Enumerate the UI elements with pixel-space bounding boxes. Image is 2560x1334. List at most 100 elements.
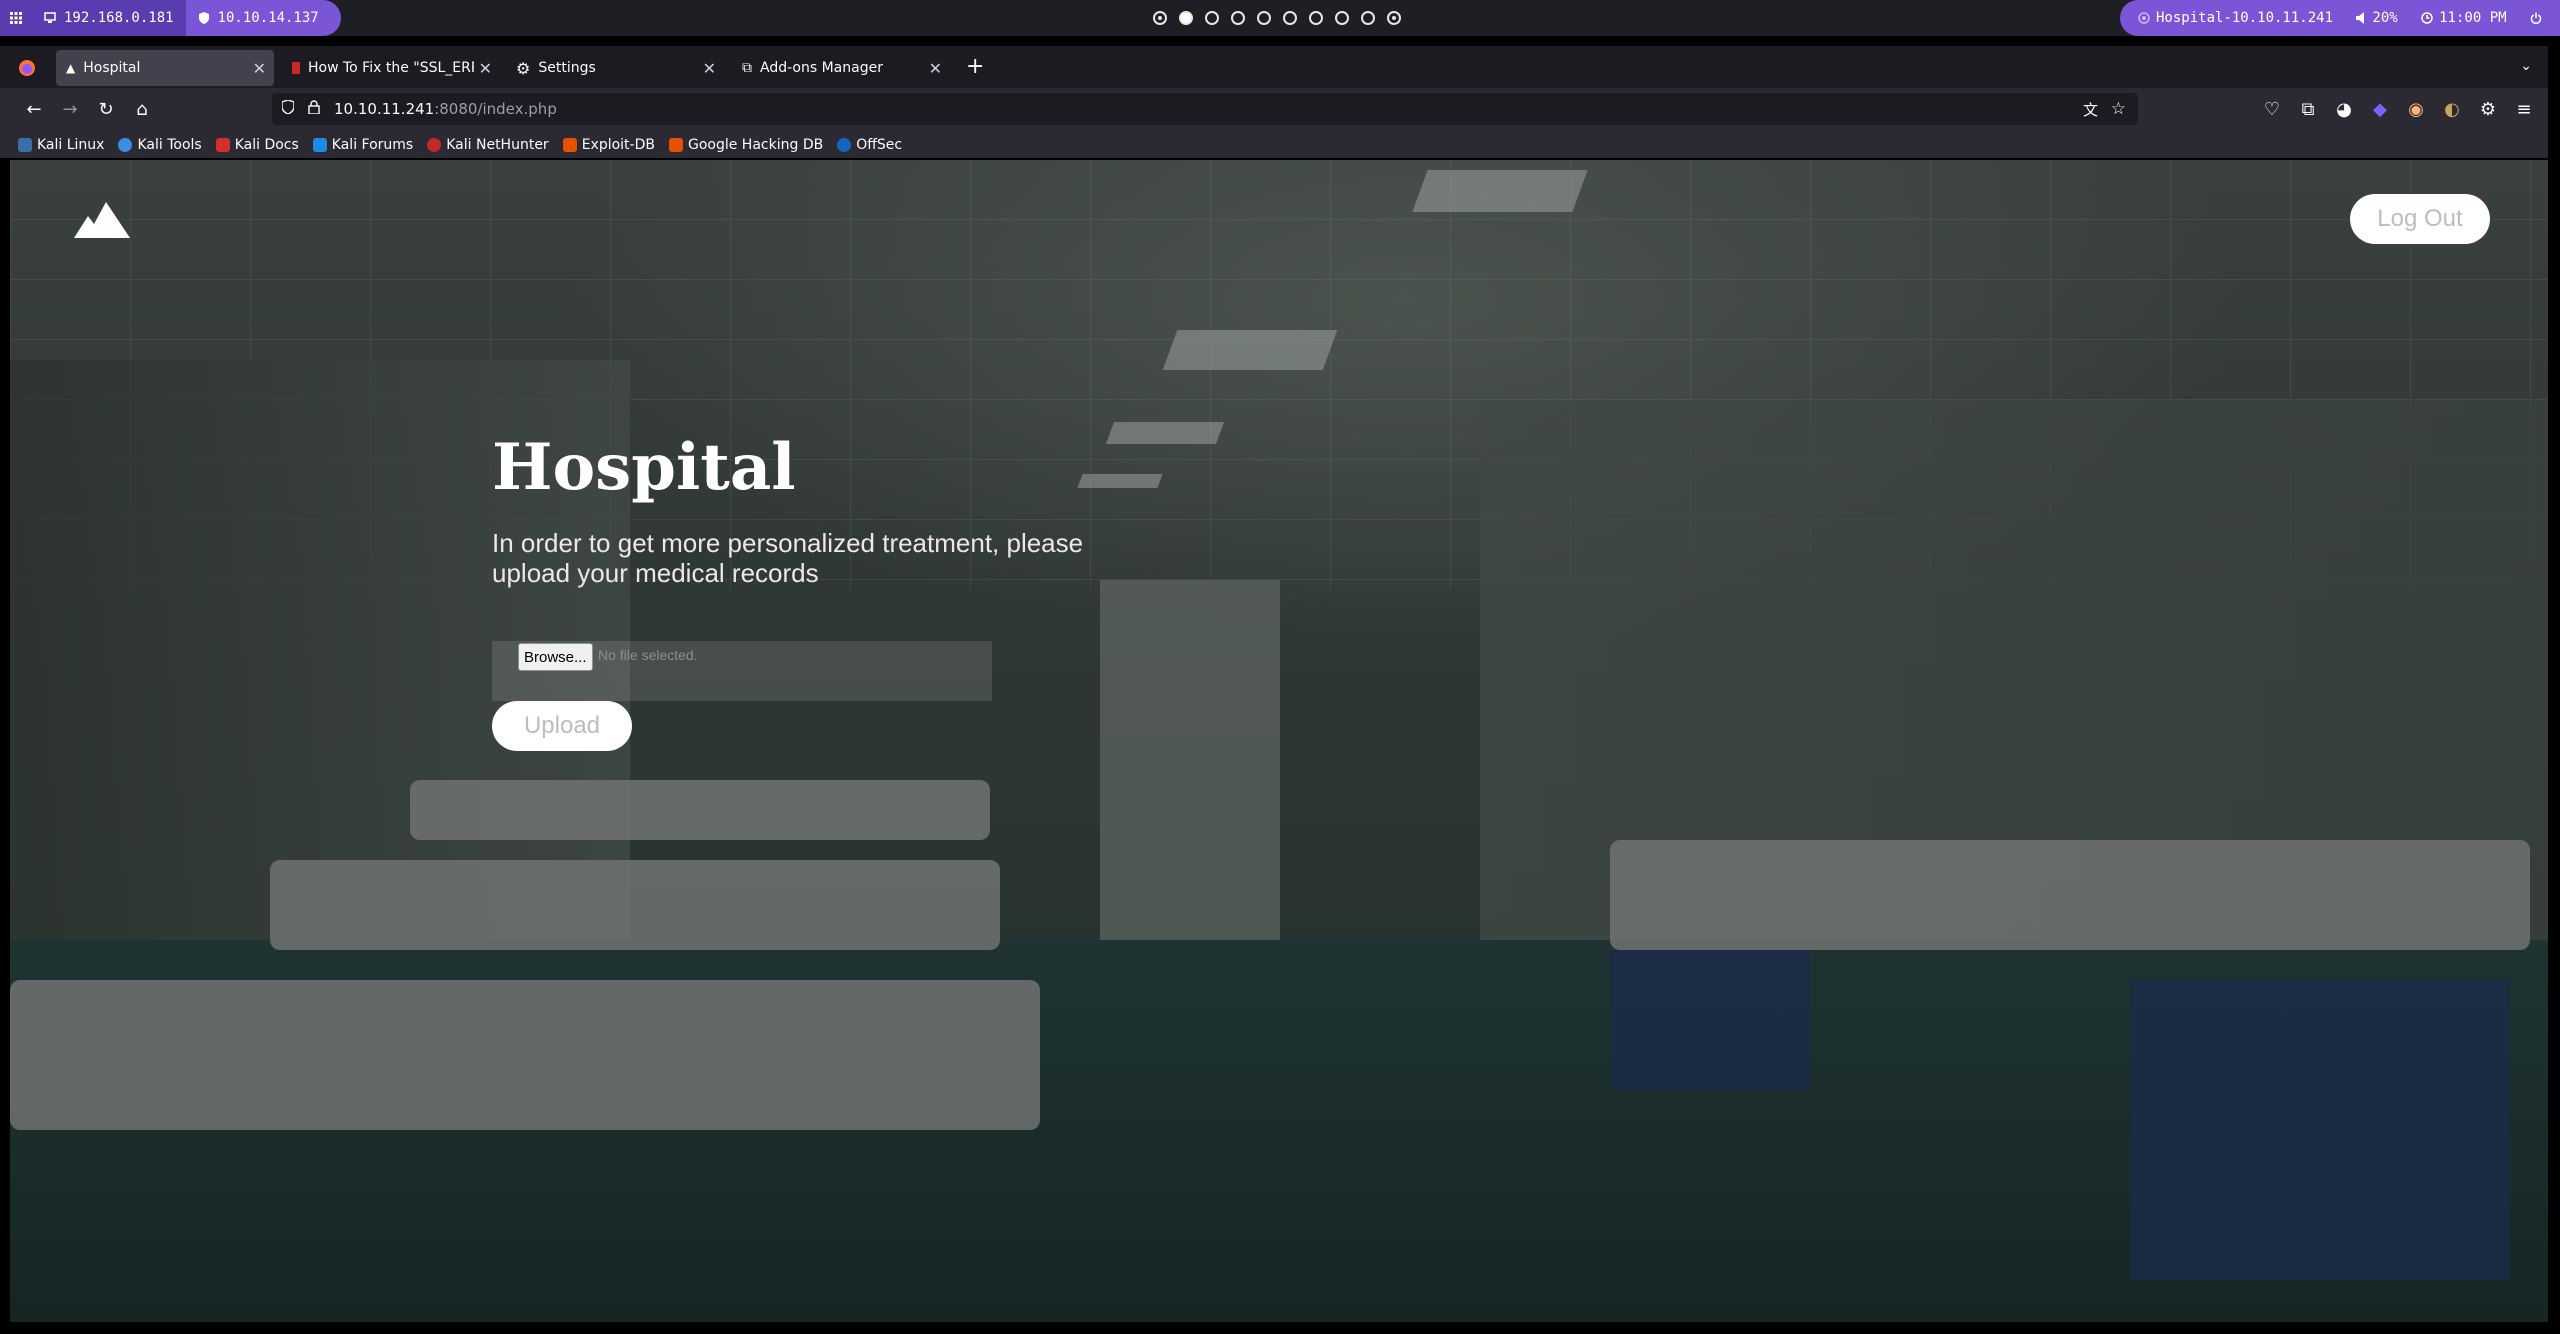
bookmark-label: Kali Tools — [137, 137, 202, 153]
network-pill: 192.168.0.181 10.10.14.137 — [0, 0, 341, 36]
background-door — [1100, 580, 1280, 960]
tab-bar: ▲ Hospital ✕ How To Fix the "SSL_ERROR ✕… — [0, 46, 2548, 88]
url-host: 10.10.11.241 — [334, 100, 435, 118]
extension-monkey-icon[interactable]: ◕ — [2332, 98, 2356, 122]
page-title: Hospital — [492, 430, 796, 505]
reload-button[interactable]: ↻ — [94, 98, 118, 122]
power-icon — [2530, 12, 2542, 24]
workspace-1[interactable] — [1153, 11, 1167, 25]
vpn-ip-text: 10.10.14.137 — [217, 10, 319, 26]
close-tab-icon[interactable]: ✕ — [479, 59, 492, 78]
bookmark-offsec[interactable]: OffSec — [837, 137, 902, 153]
workspace-4[interactable] — [1231, 11, 1245, 25]
settings-gear-icon[interactable]: ⚙ — [2476, 98, 2500, 122]
background-bed — [10, 980, 1040, 1130]
workspace-7[interactable] — [1309, 11, 1323, 25]
workspace-5[interactable] — [1257, 11, 1271, 25]
bookmark-label: Google Hacking DB — [687, 137, 824, 153]
firefox-view-button[interactable] — [18, 59, 36, 81]
translate-icon[interactable]: 文 — [2083, 99, 2098, 120]
bookmark-google-hacking-db[interactable]: Google Hacking DB — [668, 137, 824, 153]
kali-forums-icon — [312, 138, 327, 152]
extension-fox-icon[interactable]: ◉ — [2404, 98, 2428, 122]
bookmark-kali-nethunter[interactable]: Kali NetHunter — [427, 137, 549, 153]
background-bed-frame — [1610, 950, 1810, 1090]
url-path: :8080/index.php — [434, 100, 557, 118]
tracking-shield-icon[interactable] — [281, 99, 296, 118]
workspace-switcher — [1153, 11, 1401, 25]
extension-cookie-icon[interactable]: ◐ — [2440, 98, 2464, 122]
target-icon — [2138, 12, 2150, 24]
logout-button[interactable]: Log Out — [2350, 194, 2490, 244]
extension-purple-icon[interactable]: ◆ — [2368, 98, 2392, 122]
workspace-9[interactable] — [1361, 11, 1375, 25]
tab-label: Settings — [538, 60, 596, 76]
background-ceiling-light — [1162, 330, 1338, 370]
tab-addons[interactable]: ⧉ Add-ons Manager ✕ — [732, 50, 950, 86]
bookmark-kali-tools[interactable]: Kali Tools — [118, 137, 202, 153]
background-ceiling-light — [1105, 422, 1225, 444]
target-indicator: Hospital-10.10.11.241 — [2138, 10, 2333, 26]
file-status-text: No file selected. — [598, 647, 698, 663]
bookmark-label: OffSec — [856, 137, 903, 153]
bookmark-kali-docs[interactable]: Kali Docs — [215, 137, 299, 153]
workspace-3[interactable] — [1205, 11, 1219, 25]
new-tab-button[interactable]: + — [966, 54, 984, 79]
clock-icon — [2421, 12, 2433, 24]
apps-menu[interactable] — [0, 0, 32, 36]
mountain-logo-icon[interactable] — [74, 202, 130, 238]
list-all-tabs-button[interactable]: ⌄ — [2520, 58, 2532, 74]
bookmark-kali-linux[interactable]: Kali Linux — [18, 137, 104, 153]
local-ip: 192.168.0.181 — [32, 0, 186, 36]
ghdb-icon — [668, 138, 683, 152]
bookmark-label: Kali NetHunter — [446, 137, 549, 153]
shield-icon — [198, 12, 209, 24]
kali-tools-icon — [118, 138, 133, 152]
close-tab-icon[interactable]: ✕ — [253, 59, 266, 78]
extensions-icon[interactable]: ⧉ — [2296, 98, 2320, 122]
back-button[interactable]: ← — [22, 98, 46, 122]
app-menu-icon[interactable]: ≡ — [2512, 98, 2536, 122]
workspace-2[interactable] — [1179, 11, 1193, 25]
bookmark-label: Kali Docs — [234, 137, 299, 153]
background-bed-frame — [2130, 980, 2510, 1280]
speaker-icon — [2356, 12, 2365, 24]
exploit-db-icon — [562, 138, 577, 152]
page-subtitle: In order to get more personalized treatm… — [492, 528, 1084, 588]
bookmark-label: Kali Linux — [37, 137, 105, 153]
nav-bar: ← → ↻ ⌂ 10.10.11.241:8080/index.php 文 ☆ … — [0, 88, 2548, 132]
background-ceiling-light — [1412, 170, 1588, 212]
kali-docs-icon — [215, 138, 230, 152]
bookmark-exploit-db[interactable]: Exploit-DB — [562, 137, 655, 153]
hospital-favicon-icon: ▲ — [66, 61, 76, 75]
bookmarks-toolbar: Kali Linux Kali Tools Kali Docs Kali For… — [0, 132, 2548, 158]
tab-hospital[interactable]: ▲ Hospital ✕ — [56, 50, 274, 86]
bookmark-star-icon[interactable]: ☆ — [2111, 99, 2126, 119]
offsec-icon — [837, 138, 852, 152]
tab-ssl-error[interactable]: How To Fix the "SSL_ERROR ✕ — [282, 50, 500, 86]
browse-button[interactable]: Browse... — [518, 643, 593, 671]
url-bar[interactable]: 10.10.11.241:8080/index.php 文 ☆ — [272, 93, 2138, 125]
close-tab-icon[interactable]: ✕ — [703, 59, 716, 78]
forward-button[interactable]: → — [58, 98, 82, 122]
tab-label: Hospital — [83, 60, 141, 76]
lock-icon[interactable] — [308, 100, 322, 118]
workspace-8[interactable] — [1335, 11, 1349, 25]
file-upload-input[interactable]: Browse... No file selected. — [492, 641, 992, 701]
monitor-icon — [44, 12, 56, 23]
tab-settings[interactable]: ⚙ Settings ✕ — [506, 50, 724, 86]
tab-label: Add-ons Manager — [760, 60, 883, 76]
close-tab-icon[interactable]: ✕ — [929, 59, 942, 78]
puzzle-icon: ⧉ — [742, 60, 752, 76]
upload-button[interactable]: Upload — [492, 701, 632, 751]
clock-text: 11:00 PM — [2439, 10, 2507, 26]
workspace-10[interactable] — [1387, 11, 1401, 25]
power-button[interactable] — [2530, 12, 2542, 24]
bookmark-kali-forums[interactable]: Kali Forums — [312, 137, 413, 153]
kali-dragon-icon — [18, 138, 32, 152]
home-button[interactable]: ⌂ — [130, 98, 154, 122]
nethunter-icon — [427, 138, 442, 152]
workspace-6[interactable] — [1283, 11, 1297, 25]
pocket-icon[interactable]: ♡ — [2260, 98, 2284, 122]
volume-indicator[interactable]: 20% — [2356, 10, 2398, 26]
